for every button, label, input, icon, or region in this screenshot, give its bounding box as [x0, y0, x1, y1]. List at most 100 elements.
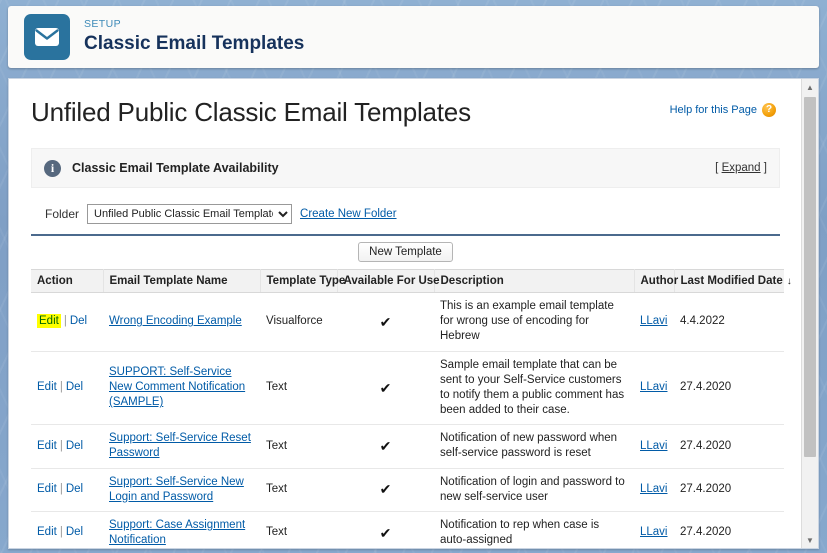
- table-row: Edit | Del SUPPORT: Self-Service New Commen…: [31, 351, 784, 426]
- delete-link[interactable]: Del: [66, 483, 83, 495]
- table-row: Edit | Del Support: Self-Service New Login …: [31, 468, 784, 512]
- expand-label: Expand: [721, 162, 761, 174]
- row-available-cell: ✔: [337, 351, 434, 426]
- row-description-cell: This is an example email template for wr…: [434, 292, 634, 352]
- checkmark-icon: ✔: [379, 438, 392, 455]
- edit-link[interactable]: Edit: [37, 314, 61, 329]
- row-action-cell: Edit | Del: [31, 292, 103, 352]
- action-separator: |: [59, 526, 63, 539]
- col-header-available-for-use[interactable]: Available For Use: [337, 269, 440, 293]
- table-row: Edit | Del Support: Case Assignment Notific…: [31, 511, 784, 548]
- row-template-name-cell: Wrong Encoding Example: [103, 292, 260, 352]
- row-template-type-cell: Visualforce: [260, 292, 337, 352]
- row-modified-date-cell: 4.4.2022: [674, 292, 784, 352]
- envelope-icon: [24, 14, 70, 60]
- author-link[interactable]: LLavi: [640, 315, 668, 327]
- delete-link[interactable]: Del: [66, 526, 83, 538]
- new-template-button[interactable]: New Template: [358, 242, 453, 262]
- author-link[interactable]: LLavi: [640, 440, 668, 452]
- expand-toggle[interactable]: [ Expand ]: [715, 162, 767, 174]
- author-link[interactable]: LLavi: [640, 483, 668, 495]
- row-author-cell: LLavi: [634, 424, 674, 469]
- col-header-email-template-name[interactable]: Email Template Name: [103, 269, 261, 293]
- row-template-type-cell: Text: [260, 351, 337, 426]
- template-name-link[interactable]: SUPPORT: Self-Service New Comment Notifi…: [109, 366, 245, 408]
- setup-eyebrow: SETUP: [84, 18, 122, 31]
- edit-link[interactable]: Edit: [37, 440, 57, 452]
- checkmark-icon: ✔: [379, 524, 392, 541]
- scroll-down-arrow-icon[interactable]: ▼: [802, 532, 818, 548]
- col-header-last-modified-label: Last Modified Date: [680, 275, 783, 287]
- author-link[interactable]: LLavi: [640, 526, 668, 538]
- edit-link[interactable]: Edit: [37, 483, 57, 495]
- expand-bracket-open: [: [715, 162, 719, 174]
- row-description-cell: Notification of login and password to ne…: [434, 468, 634, 512]
- row-action-cell: Edit | Del: [31, 511, 103, 548]
- row-action-cell: Edit | Del: [31, 351, 103, 426]
- action-separator: |: [59, 483, 63, 496]
- delete-link[interactable]: Del: [70, 315, 87, 327]
- availability-label: Classic Email Template Availability: [72, 161, 279, 175]
- checkmark-icon: ✔: [379, 481, 392, 498]
- info-icon: i: [44, 159, 61, 177]
- template-name-link[interactable]: Wrong Encoding Example: [109, 315, 242, 327]
- setup-title: Classic Email Templates: [84, 33, 305, 55]
- row-modified-date-cell: 27.4.2020: [674, 424, 784, 469]
- delete-link[interactable]: Del: [66, 381, 83, 393]
- row-author-cell: LLavi: [634, 468, 674, 512]
- folder-label: Folder: [45, 207, 80, 221]
- row-template-type-cell: Text: [260, 424, 337, 469]
- row-author-cell: LLavi: [634, 511, 674, 548]
- row-available-cell: ✔: [337, 511, 434, 548]
- row-description-cell: Notification to rep when case is auto-as…: [434, 511, 634, 548]
- col-header-last-modified-date[interactable]: Last Modified Date ↓: [674, 269, 792, 293]
- delete-link[interactable]: Del: [66, 440, 83, 452]
- main-content-panel: Unfiled Public Classic Email Templates H…: [8, 78, 819, 549]
- edit-link[interactable]: Edit: [37, 381, 57, 393]
- action-separator: |: [59, 439, 63, 452]
- folder-row: Folder Unfiled Public Classic Email Temp…: [45, 204, 780, 224]
- template-name-link[interactable]: Support: Self-Service New Login and Pass…: [109, 476, 244, 503]
- expand-bracket-close: ]: [763, 162, 767, 174]
- scrollbar-thumb[interactable]: [804, 97, 816, 457]
- question-mark-icon: ?: [762, 103, 776, 117]
- col-header-author[interactable]: Author: [634, 269, 678, 293]
- col-header-template-type[interactable]: Template Type: [260, 269, 345, 293]
- row-action-cell: Edit | Del: [31, 424, 103, 469]
- template-name-link[interactable]: Support: Case Assignment Notification: [109, 519, 245, 546]
- row-description-cell: Sample email template that can be sent t…: [434, 351, 634, 426]
- row-template-name-cell: Support: Self-Service New Login and Pass…: [103, 468, 260, 512]
- author-link[interactable]: LLavi: [640, 381, 668, 393]
- create-new-folder-link[interactable]: Create New Folder: [300, 208, 397, 220]
- row-available-cell: ✔: [337, 424, 434, 469]
- row-template-name-cell: SUPPORT: Self-Service New Comment Notifi…: [103, 351, 260, 426]
- template-name-link[interactable]: Support: Self-Service Reset Password: [109, 432, 251, 459]
- availability-strip: i Classic Email Template Availability [ …: [31, 148, 780, 188]
- help-for-this-page-link[interactable]: Help for this Page ?: [670, 103, 776, 117]
- row-template-type-cell: Text: [260, 511, 337, 548]
- table-row: Edit | Del Wrong Encoding Example Visualforc…: [31, 292, 784, 352]
- setup-header: SETUP Classic Email Templates: [8, 6, 819, 68]
- checkmark-icon: ✔: [379, 313, 392, 330]
- row-available-cell: ✔: [337, 292, 434, 352]
- row-template-name-cell: Support: Self-Service Reset Password: [103, 424, 260, 469]
- table-body: Edit | Del Wrong Encoding Example Visualforc…: [31, 292, 784, 548]
- checkmark-icon: ✔: [379, 379, 392, 396]
- edit-link[interactable]: Edit: [37, 526, 57, 538]
- scroll-up-arrow-icon[interactable]: ▲: [802, 79, 818, 95]
- row-template-name-cell: Support: Case Assignment Notification: [103, 511, 260, 548]
- table-row: Edit | Del Support: Self-Service Reset Pass…: [31, 424, 784, 469]
- row-modified-date-cell: 27.4.2020: [674, 468, 784, 512]
- folder-select[interactable]: Unfiled Public Classic Email Templates: [87, 204, 293, 224]
- col-header-description[interactable]: Description: [434, 269, 635, 293]
- row-author-cell: LLavi: [634, 351, 674, 426]
- row-author-cell: LLavi: [634, 292, 674, 352]
- row-modified-date-cell: 27.4.2020: [674, 351, 784, 426]
- content-scroll-area: Unfiled Public Classic Email Templates H…: [9, 79, 802, 548]
- list-button-bar: New Template: [31, 236, 780, 269]
- vertical-scrollbar[interactable]: ▲ ▼: [801, 79, 818, 548]
- row-description-cell: Notification of new password when self-s…: [434, 424, 634, 469]
- help-link-label: Help for this Page: [669, 104, 757, 116]
- col-header-action[interactable]: Action: [31, 269, 104, 293]
- row-available-cell: ✔: [337, 468, 434, 512]
